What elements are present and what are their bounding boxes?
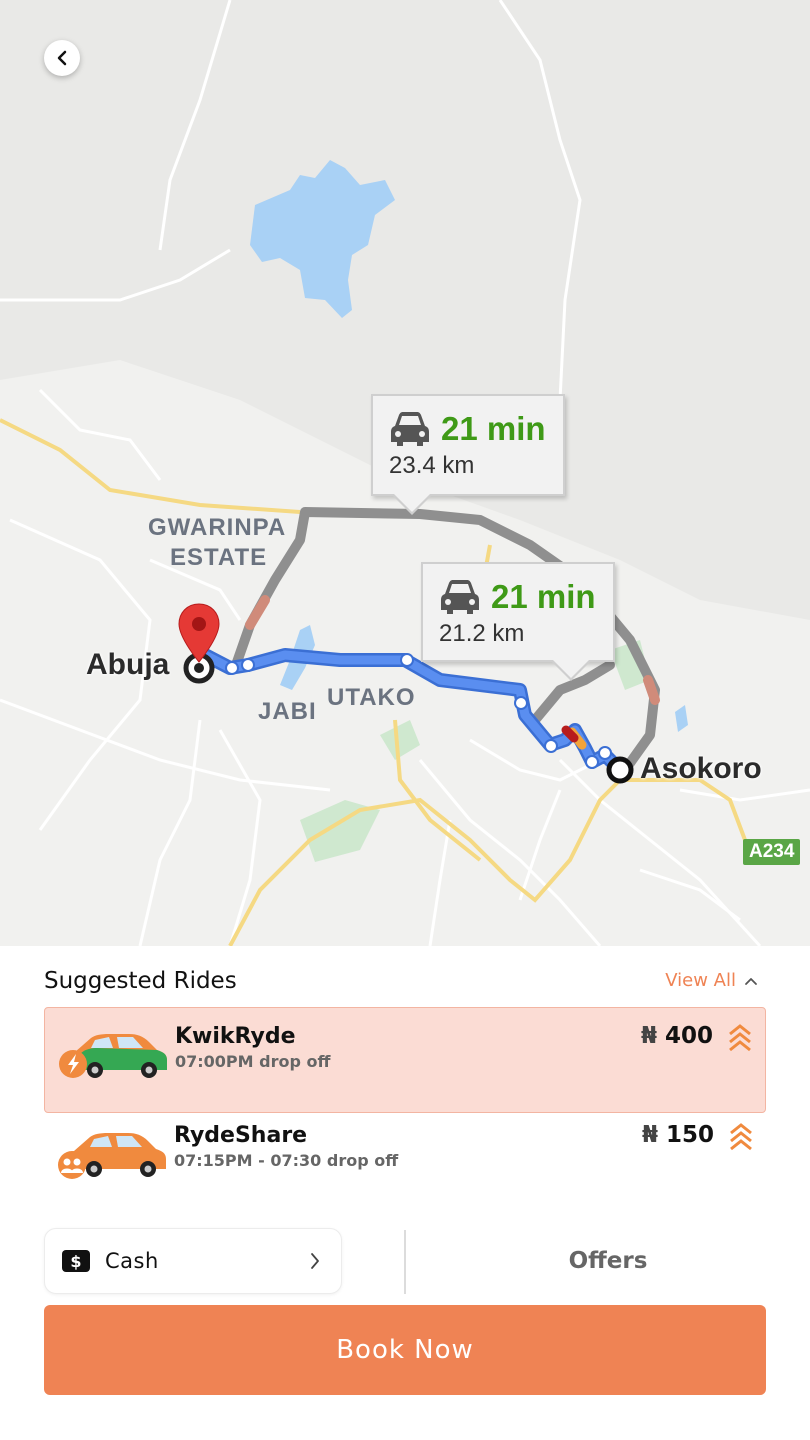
car-illustration bbox=[59, 1034, 167, 1078]
ride-dropoff-time: 07:15PM - 07:30 drop off bbox=[174, 1151, 399, 1170]
route-info-card[interactable]: 21 min 21.2 km bbox=[421, 562, 615, 681]
back-button[interactable] bbox=[44, 40, 80, 76]
cash-icon: $ bbox=[62, 1250, 90, 1272]
surge-chevrons-icon bbox=[730, 1123, 752, 1151]
car-illustration bbox=[58, 1133, 166, 1179]
surge-chevrons-icon bbox=[729, 1024, 751, 1052]
area-label: JABI bbox=[258, 698, 317, 725]
price-value: 150 bbox=[665, 1122, 714, 1148]
location-pin-icon bbox=[178, 603, 220, 663]
route-distance: 23.4 km bbox=[389, 452, 475, 479]
ride-name: RydeShare bbox=[174, 1123, 308, 1148]
currency-symbol: ₦ bbox=[641, 1122, 658, 1148]
section-title: Suggested Rides bbox=[44, 968, 237, 994]
ride-option-kwikryde[interactable]: KwikRyde 07:00PM drop off ₦ 400 bbox=[44, 1007, 766, 1113]
payment-method-button[interactable]: $ Cash bbox=[44, 1228, 342, 1294]
destination-label: Asokoro bbox=[640, 752, 762, 785]
car-icon bbox=[441, 580, 479, 614]
currency-symbol: ₦ bbox=[640, 1023, 657, 1049]
map-view[interactable]: 21 min 23.4 km 21 min 21.2 km GWARINPA E… bbox=[0, 0, 810, 946]
route-time: 21 min bbox=[441, 410, 546, 447]
area-label: ESTATE bbox=[170, 544, 268, 571]
price-value: 400 bbox=[664, 1023, 713, 1049]
chevron-left-icon bbox=[57, 50, 67, 66]
ride-price: ₦ 400 bbox=[641, 1023, 713, 1049]
view-all-label: View All bbox=[665, 970, 736, 991]
area-label: UTAKO bbox=[327, 684, 416, 711]
payment-method-label: Cash bbox=[105, 1249, 159, 1273]
chevron-up-icon bbox=[745, 977, 757, 985]
view-all-link[interactable]: View All bbox=[665, 970, 758, 991]
car-icon bbox=[391, 412, 429, 446]
route-distance: 21.2 km bbox=[439, 620, 525, 647]
ride-dropoff-time: 07:00PM drop off bbox=[175, 1052, 331, 1071]
svg-text:$: $ bbox=[70, 1252, 81, 1271]
ride-price: ₦ 150 bbox=[642, 1122, 714, 1148]
route-time: 21 min bbox=[491, 578, 596, 615]
offers-button[interactable]: Offers bbox=[406, 1228, 810, 1294]
origin-label: Abuja bbox=[86, 648, 170, 681]
ride-option-rydeshare[interactable]: RydeShare 07:15PM - 07:30 drop off ₦ 150 bbox=[44, 1107, 766, 1213]
area-label: GWARINPA bbox=[148, 514, 287, 541]
chevron-right-icon bbox=[311, 1253, 319, 1269]
route-info-card[interactable]: 21 min 23.4 km bbox=[371, 394, 565, 515]
road-badge: A234 bbox=[743, 839, 801, 865]
ride-name: KwikRyde bbox=[175, 1024, 296, 1049]
book-now-button[interactable]: Book Now bbox=[44, 1305, 766, 1395]
